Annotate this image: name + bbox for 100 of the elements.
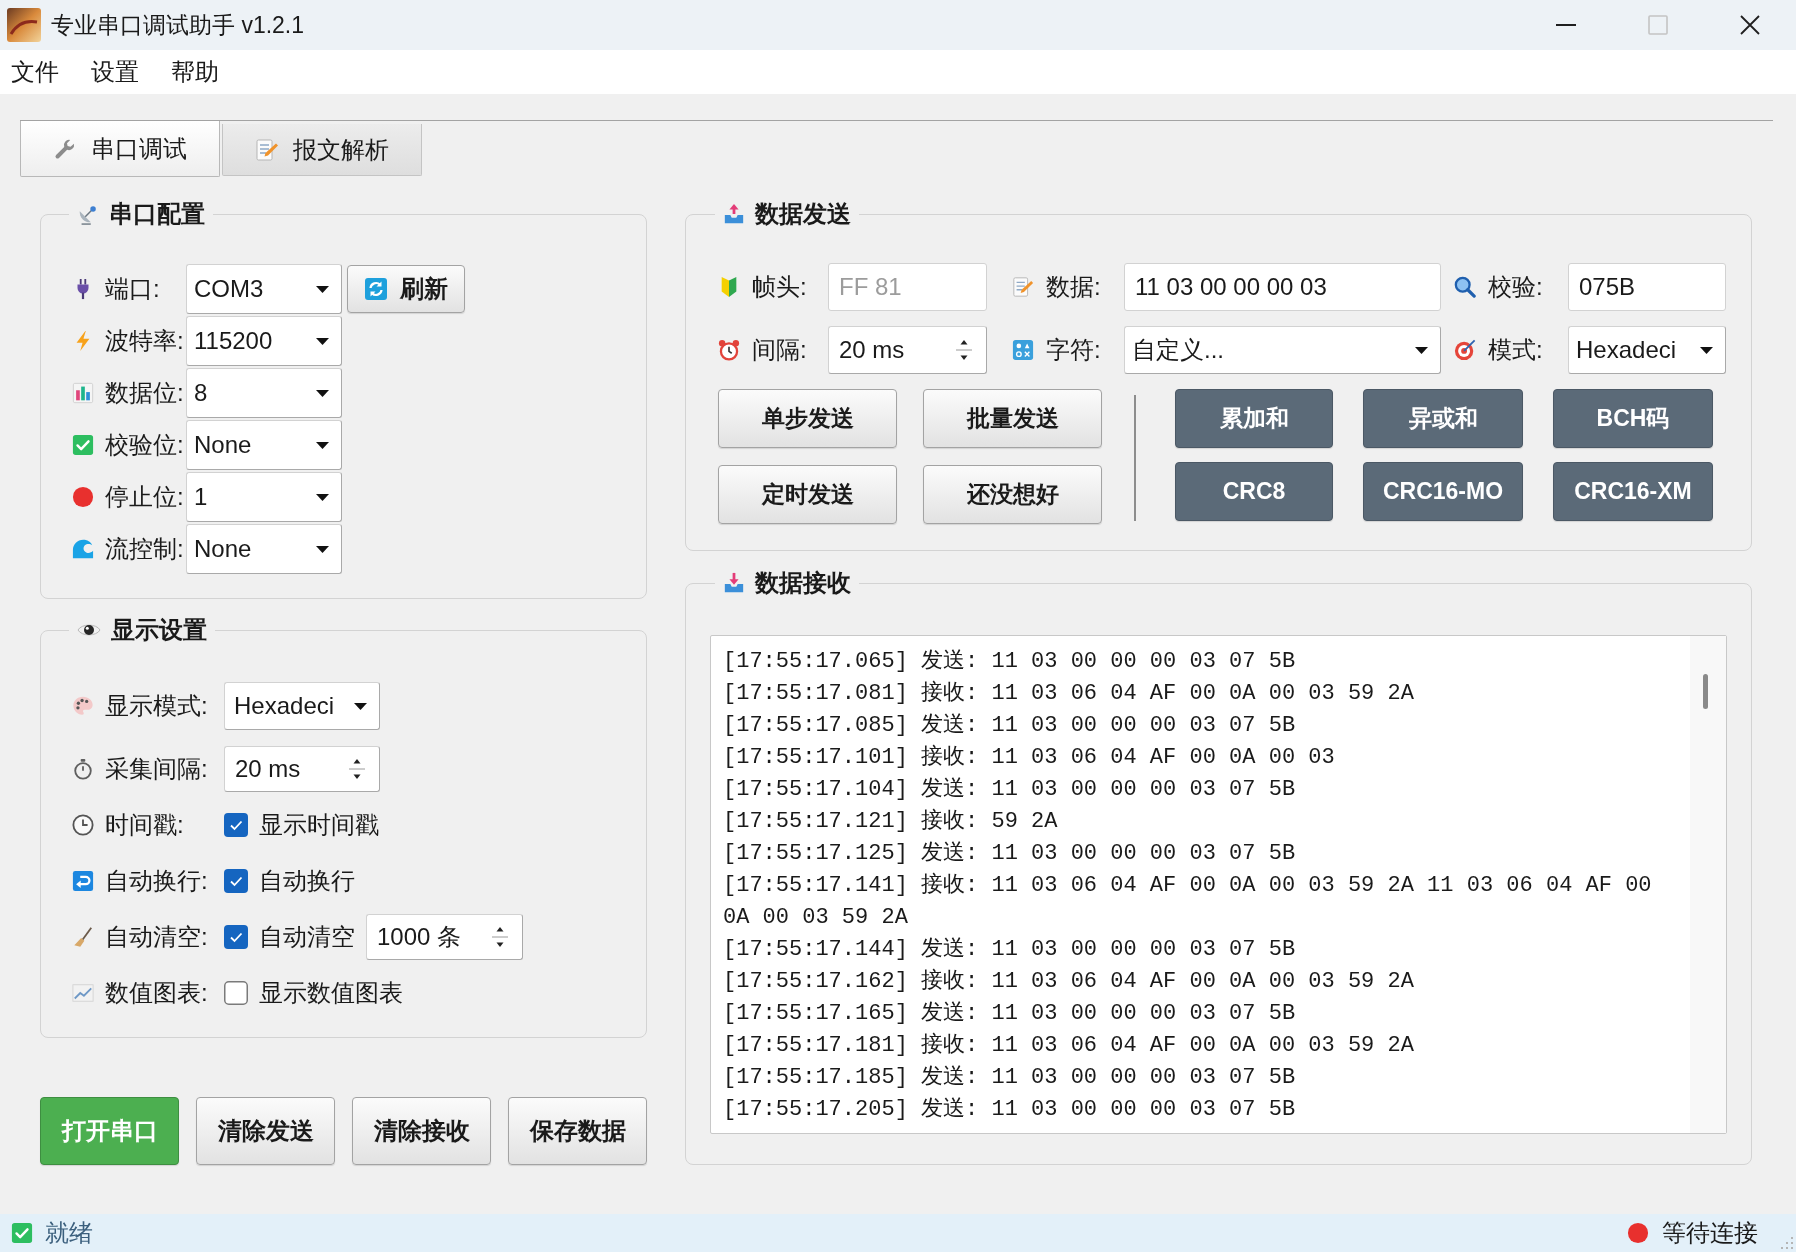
checkbox-label[interactable]: 自动清空 [259,921,355,953]
log-line: [17:55:17.141] 接收: 11 03 06 04 AF 00 0A 00 03 59 2A 11 03 06 04 AF 00 0A 00 03 59 2A [723,871,1653,932]
checksum-button[interactable]: 异或和 [1363,389,1523,448]
group-title: 显示设置 [111,615,207,645]
checkbox[interactable] [224,813,248,837]
log-line: [17:55:17.162] 接收: 11 03 06 04 AF 00 0A 00 03 59 2A [723,967,1415,996]
spin-box[interactable]: 20 ms [224,746,380,792]
checkmark-icon [11,1222,33,1244]
checkbox-label[interactable]: 显示数值图表 [259,977,403,1009]
log-line: [17:55:17.165] 发送: 11 03 00 00 00 03 07 5B [723,1000,1297,1028]
field-label: 帧头: [752,272,807,302]
symbols-icon [1012,339,1034,361]
log-line: [17:55:17.065] 发送: 11 03 00 00 00 03 07 5B [723,648,1297,676]
checksum-button[interactable]: CRC8 [1175,462,1333,521]
log-line: [17:55:17.081] 接收: 11 03 06 04 AF 00 0A 00 03 59 2A [723,679,1415,708]
caret-icon [1700,346,1713,354]
log-line: [17:55:17.121] 接收: 59 2A [723,807,1059,836]
refresh-icon [364,277,388,301]
timed-send-button[interactable]: 定时发送 [718,465,897,524]
caret-icon [316,545,329,553]
single-send-button[interactable]: 单步发送 [718,389,897,448]
spin-arrows-icon [492,926,508,948]
refresh-button[interactable]: 刷新 [347,265,465,313]
checksum-button[interactable]: BCH码 [1553,389,1713,448]
checkbox-label[interactable]: 显示时间戳 [259,809,379,841]
tab[interactable]: 报文解析 [222,124,422,176]
checkbox-label[interactable]: 自动换行 [259,865,355,897]
connection-status: 等待连接 [1662,1218,1758,1248]
search-icon [1454,276,1476,298]
size-grip-icon [1780,1236,1794,1250]
caret-icon [316,337,329,345]
checkbox[interactable] [224,925,248,949]
line-chart-icon [72,982,94,1004]
field-label: 校验: [1488,272,1543,302]
caret-icon [316,441,329,449]
group-title: 数据发送 [755,199,851,229]
dropdown[interactable]: Hexadeci [1568,326,1726,374]
field-label: 自动清空: [105,922,208,952]
dropdown[interactable]: 115200 [186,316,342,366]
inbox-tray-icon [723,572,745,594]
checkbox[interactable] [224,981,248,1005]
dropdown[interactable]: Hexadeci [224,682,380,730]
menu-item[interactable]: 设置 [80,52,150,92]
dropdown[interactable]: 1 [186,472,342,522]
memo-icon [1012,276,1034,298]
caret-icon [354,702,367,710]
scrollbar[interactable] [1690,636,1726,1133]
dropdown[interactable]: None [186,524,342,574]
log-line: [17:55:17.185] 发送: 11 03 00 00 00 03 07 5B [723,1064,1297,1092]
wave-icon [72,538,94,560]
menu-item[interactable]: 帮助 [160,52,230,92]
dropdown[interactable]: 自定义... [1124,326,1441,374]
scrollbar-thumb[interactable] [1703,674,1708,709]
dropdown[interactable]: 8 [186,368,342,418]
clock-icon [72,814,94,836]
checkbox[interactable] [224,869,248,893]
field-label: 模式: [1488,335,1543,365]
caret-icon [1415,346,1428,354]
undecided-button[interactable]: 还没想好 [923,465,1102,524]
dot-icon [1627,1222,1649,1244]
tab[interactable]: 串口调试 [20,121,220,177]
field-label: 停止位: [105,482,184,512]
field-label: 波特率: [105,326,184,356]
log-line: [17:55:17.144] 发送: 11 03 00 00 00 03 07 5B [723,936,1297,964]
save-data-button[interactable]: 保存数据 [508,1097,647,1165]
text-field[interactable]: 11 03 00 00 00 03 [1124,263,1441,311]
log-line: [17:55:17.125] 发送: 11 03 00 00 00 03 07 5B [723,840,1297,868]
memo-icon [255,137,279,162]
stopwatch-icon [72,758,94,780]
field-label: 端口: [105,274,160,304]
field-label: 数值图表: [105,978,208,1008]
spin-arrows-icon [349,758,365,780]
spin-arrows-icon [956,339,972,361]
dot-icon [72,486,94,508]
group-title: 数据接收 [755,568,851,598]
checkmark-icon [72,434,94,456]
dropdown[interactable]: COM3 [186,264,342,314]
caret-icon [316,285,329,293]
batch-send-button[interactable]: 批量发送 [923,389,1102,448]
checksum-button[interactable]: 累加和 [1175,389,1333,448]
status-message: 就绪 [45,1218,93,1248]
log-line: [17:55:17.101] 接收: 11 03 06 04 AF 00 0A 00 03 [723,743,1336,772]
dropdown[interactable]: None [186,420,342,470]
satellite-dish-icon [77,203,99,225]
field-label: 自动换行: [105,866,208,896]
palette-icon [72,695,94,717]
checksum-button[interactable]: CRC16-XM [1553,462,1713,521]
text-field[interactable]: 075B [1568,263,1726,311]
text-field[interactable]: FF 81 [828,263,987,311]
menu-item[interactable]: 文件 [0,52,70,92]
alarm-clock-icon [718,339,740,361]
clear-receive-button[interactable]: 清除接收 [352,1097,491,1165]
group-title: 串口配置 [109,199,205,229]
spin-box[interactable]: 20 ms [828,326,987,374]
clear-send-button[interactable]: 清除发送 [196,1097,335,1165]
field-label: 采集间隔: [105,754,208,784]
checksum-button[interactable]: CRC16-MO [1363,462,1523,521]
spin-box[interactable]: 1000 条 [366,914,523,960]
window-title: 专业串口调试助手 v1.2.1 [51,10,305,40]
field-label: 间隔: [752,335,807,365]
